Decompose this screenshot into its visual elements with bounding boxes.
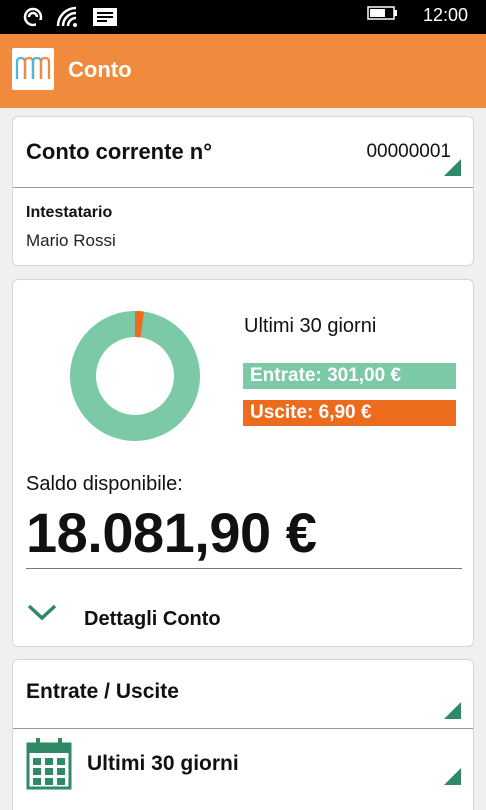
details-label: Dettagli Conto [84, 608, 221, 630]
page-title: Conto [68, 57, 132, 82]
dropdown-corner-icon[interactable] [444, 159, 461, 176]
divider [26, 568, 462, 569]
divider [13, 187, 473, 188]
balance-value: 18.081,90 € [26, 501, 317, 564]
message-icon [92, 7, 118, 32]
date-range-selector[interactable]: Ultimi 30 giorni [87, 752, 239, 776]
clock: 12:00 [422, 5, 468, 25]
app-header: Conto [0, 34, 486, 108]
calendar-icon [25, 736, 73, 797]
account-number-selector[interactable]: 00000001 [366, 141, 451, 163]
filters-card: Entrate / Uscite Ultimi 30 giorni [12, 659, 474, 810]
divider [13, 728, 473, 729]
period-label: Ultimi 30 giorni [244, 315, 377, 337]
balance-label: Saldo disponibile: [26, 473, 183, 495]
nfc-icon [22, 6, 44, 33]
holder-label: Intestatario [26, 204, 113, 221]
income-expense-donut [70, 311, 200, 441]
bank-logo-icon [12, 48, 54, 90]
wifi-icon [56, 6, 80, 33]
dropdown-corner-icon[interactable] [444, 702, 461, 719]
chevron-down-icon [26, 601, 58, 628]
income-summary: Entrate: 301,00 € [243, 363, 456, 389]
account-details-toggle[interactable]: Dettagli Conto [26, 598, 326, 638]
account-label: Conto corrente n° [26, 139, 213, 164]
expense-summary: Uscite: 6,90 € [243, 400, 456, 426]
battery-icon [367, 5, 399, 26]
dropdown-corner-icon[interactable] [444, 768, 461, 785]
status-bar: 12:00 [0, 0, 486, 34]
flow-type-selector[interactable]: Entrate / Uscite [26, 680, 179, 704]
account-card: Conto corrente n° 00000001 Intestatario … [12, 116, 474, 266]
donut-income-arc [70, 311, 200, 441]
balance-card: Ultimi 30 giorni Entrate: 301,00 € Uscit… [12, 279, 474, 647]
holder-name: Mario Rossi [26, 231, 116, 250]
